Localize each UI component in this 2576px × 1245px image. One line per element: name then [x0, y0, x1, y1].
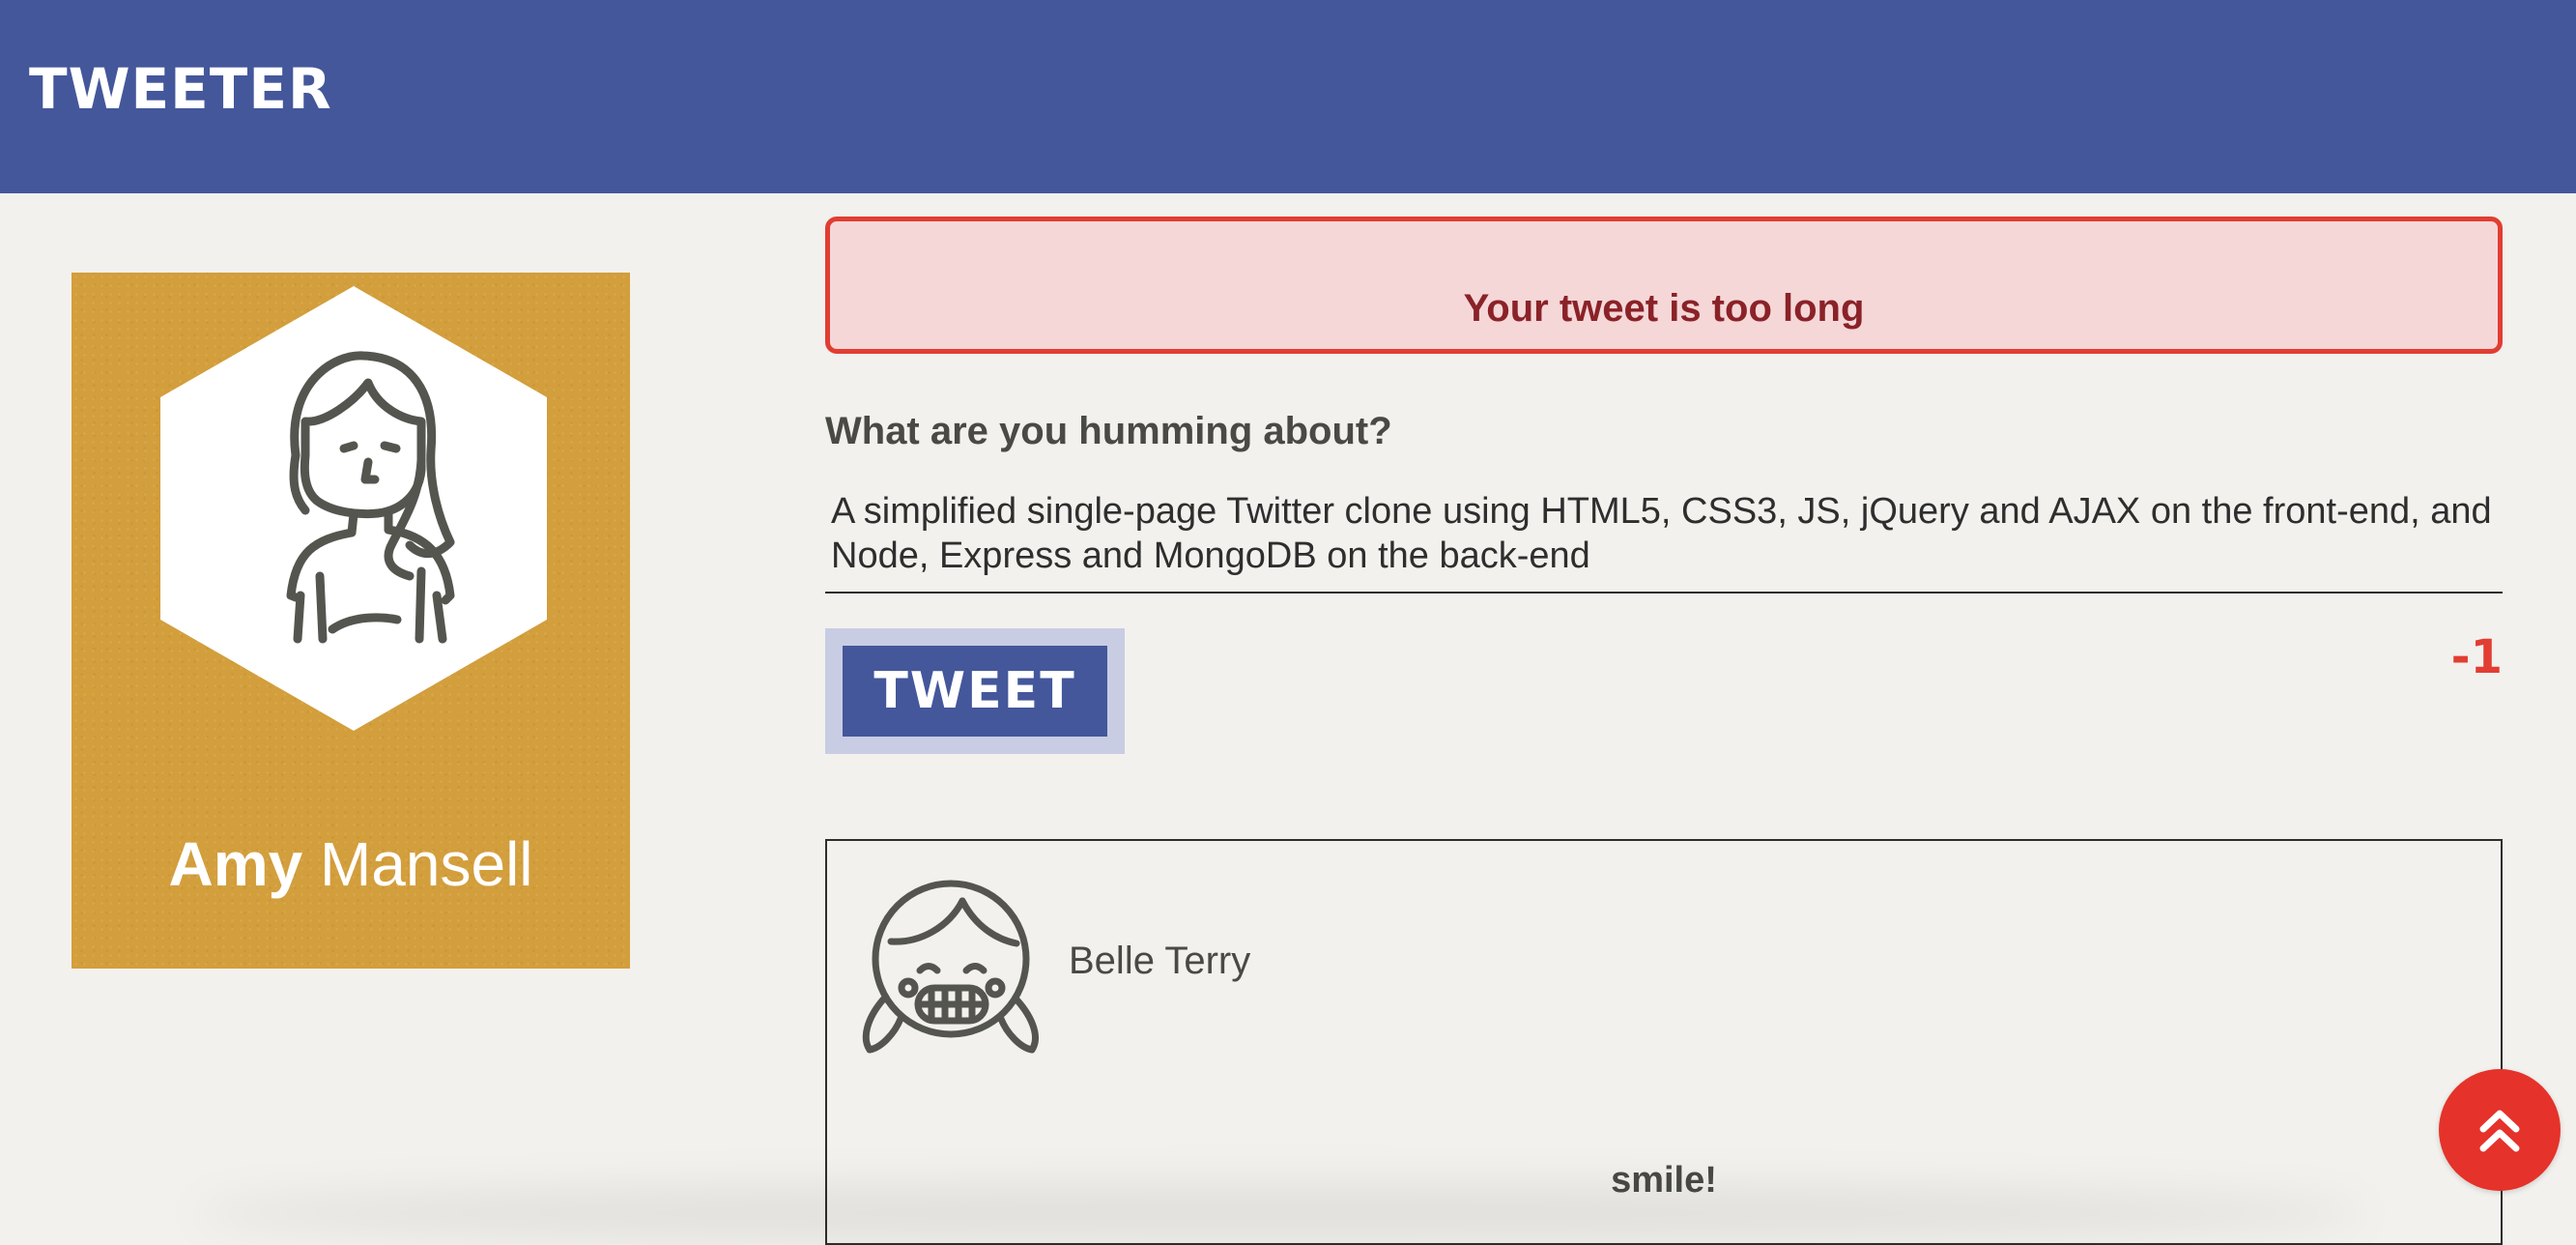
character-counter: -1	[2450, 630, 2503, 684]
tweet-author-name: Belle Terry	[1069, 940, 1251, 982]
top-nav-bar: TWEETER	[0, 0, 2576, 193]
woman-avatar-icon	[160, 286, 547, 731]
error-banner: Your tweet is too long	[825, 217, 2503, 354]
double-chevron-up-icon	[2479, 1110, 2520, 1152]
brand-logo[interactable]: TWEETER	[29, 56, 332, 122]
profile-last-name: Mansell	[319, 829, 533, 899]
error-message: Your tweet is too long	[1463, 287, 1865, 330]
profile-first-name: Amy	[168, 829, 303, 899]
scroll-to-top-button[interactable]	[2439, 1069, 2561, 1191]
tweet-textarea[interactable]: A simplified single-page Twitter clone u…	[825, 489, 2503, 594]
profile-card: Amy Mansell	[72, 273, 630, 969]
tweet-button[interactable]: TWEET	[843, 646, 1107, 737]
girl-smiling-avatar-icon	[862, 880, 1039, 1054]
bottom-shadow	[193, 1184, 2367, 1242]
tweet-button-focus-ring: TWEET	[825, 628, 1125, 754]
compose-label: What are you humming about?	[825, 410, 1392, 452]
profile-name: Amy Mansell	[72, 828, 630, 900]
